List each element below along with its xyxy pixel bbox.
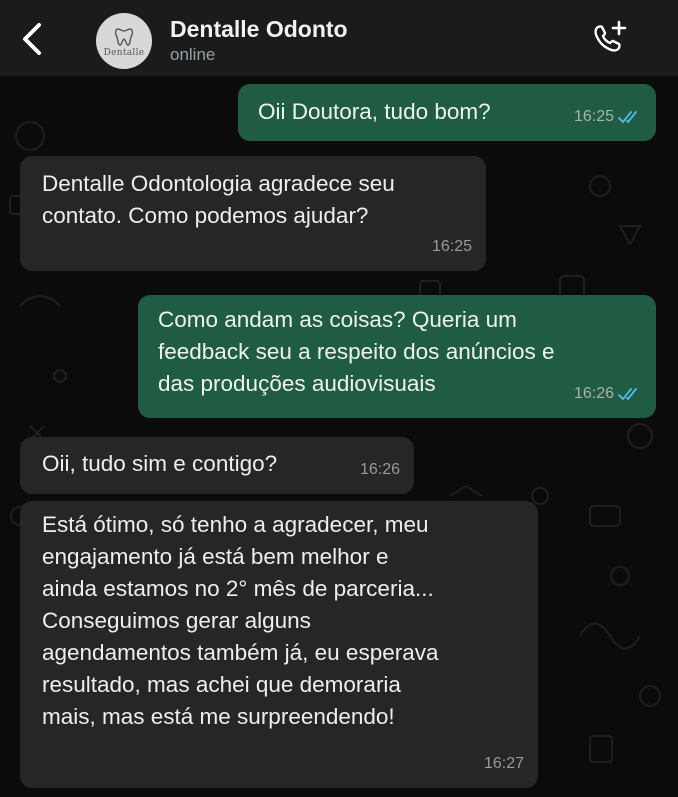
tooth-logo-icon xyxy=(114,28,134,46)
message-bubble-incoming[interactable]: Está ótimo, só tenho a agradecer, meu en… xyxy=(20,501,538,788)
message-meta: 16:25 xyxy=(574,101,642,133)
message-bubble-outgoing[interactable]: Oii Doutora, tudo bom? 16:25 xyxy=(238,84,656,141)
avatar-logo-text: Dentalle xyxy=(103,48,145,58)
message-time: 16:26 xyxy=(359,461,400,478)
message-time: 16:27 xyxy=(483,755,524,772)
message-bubble-outgoing[interactable]: Como andam as coisas? Queria um feedback… xyxy=(138,295,656,418)
message-text: Está ótimo, só tenho a agradecer, meu en… xyxy=(42,512,439,729)
message-meta: 16:26 xyxy=(360,454,400,486)
message-time: 16:25 xyxy=(573,108,614,125)
message-meta: 16:27 xyxy=(484,748,524,780)
message-text: Como andam as coisas? Queria um feedback… xyxy=(158,307,555,396)
message-text: Dentalle Odontologia agradece seu contat… xyxy=(42,171,395,228)
message-bubble-incoming[interactable]: Oii, tudo sim e contigo? 16:26 xyxy=(20,437,414,494)
add-call-button[interactable] xyxy=(589,18,629,58)
message-text: Oii Doutora, tudo bom? xyxy=(258,99,491,124)
message-text: Oii, tudo sim e contigo? xyxy=(42,451,278,476)
message-meta: 16:25 xyxy=(432,231,472,263)
contact-status: online xyxy=(170,45,216,64)
chevron-left-icon xyxy=(23,23,41,55)
add-call-icon xyxy=(594,20,627,52)
avatar[interactable]: Dentalle xyxy=(96,13,152,69)
contact-name[interactable]: Dentalle Odonto xyxy=(170,16,348,43)
message-time: 16:26 xyxy=(573,385,614,402)
chat-header: Dentalle Dentalle Odonto online xyxy=(0,0,678,76)
read-receipt-icon xyxy=(618,388,637,401)
message-bubble-incoming[interactable]: Dentalle Odontologia agradece seu contat… xyxy=(20,156,486,271)
message-time: 16:25 xyxy=(431,238,472,255)
message-meta: 16:26 xyxy=(574,378,642,410)
back-button[interactable] xyxy=(14,18,50,60)
chat-area[interactable]: Oii Doutora, tudo bom? 16:25 Dentalle Od… xyxy=(0,76,678,797)
read-receipt-icon xyxy=(618,111,637,124)
